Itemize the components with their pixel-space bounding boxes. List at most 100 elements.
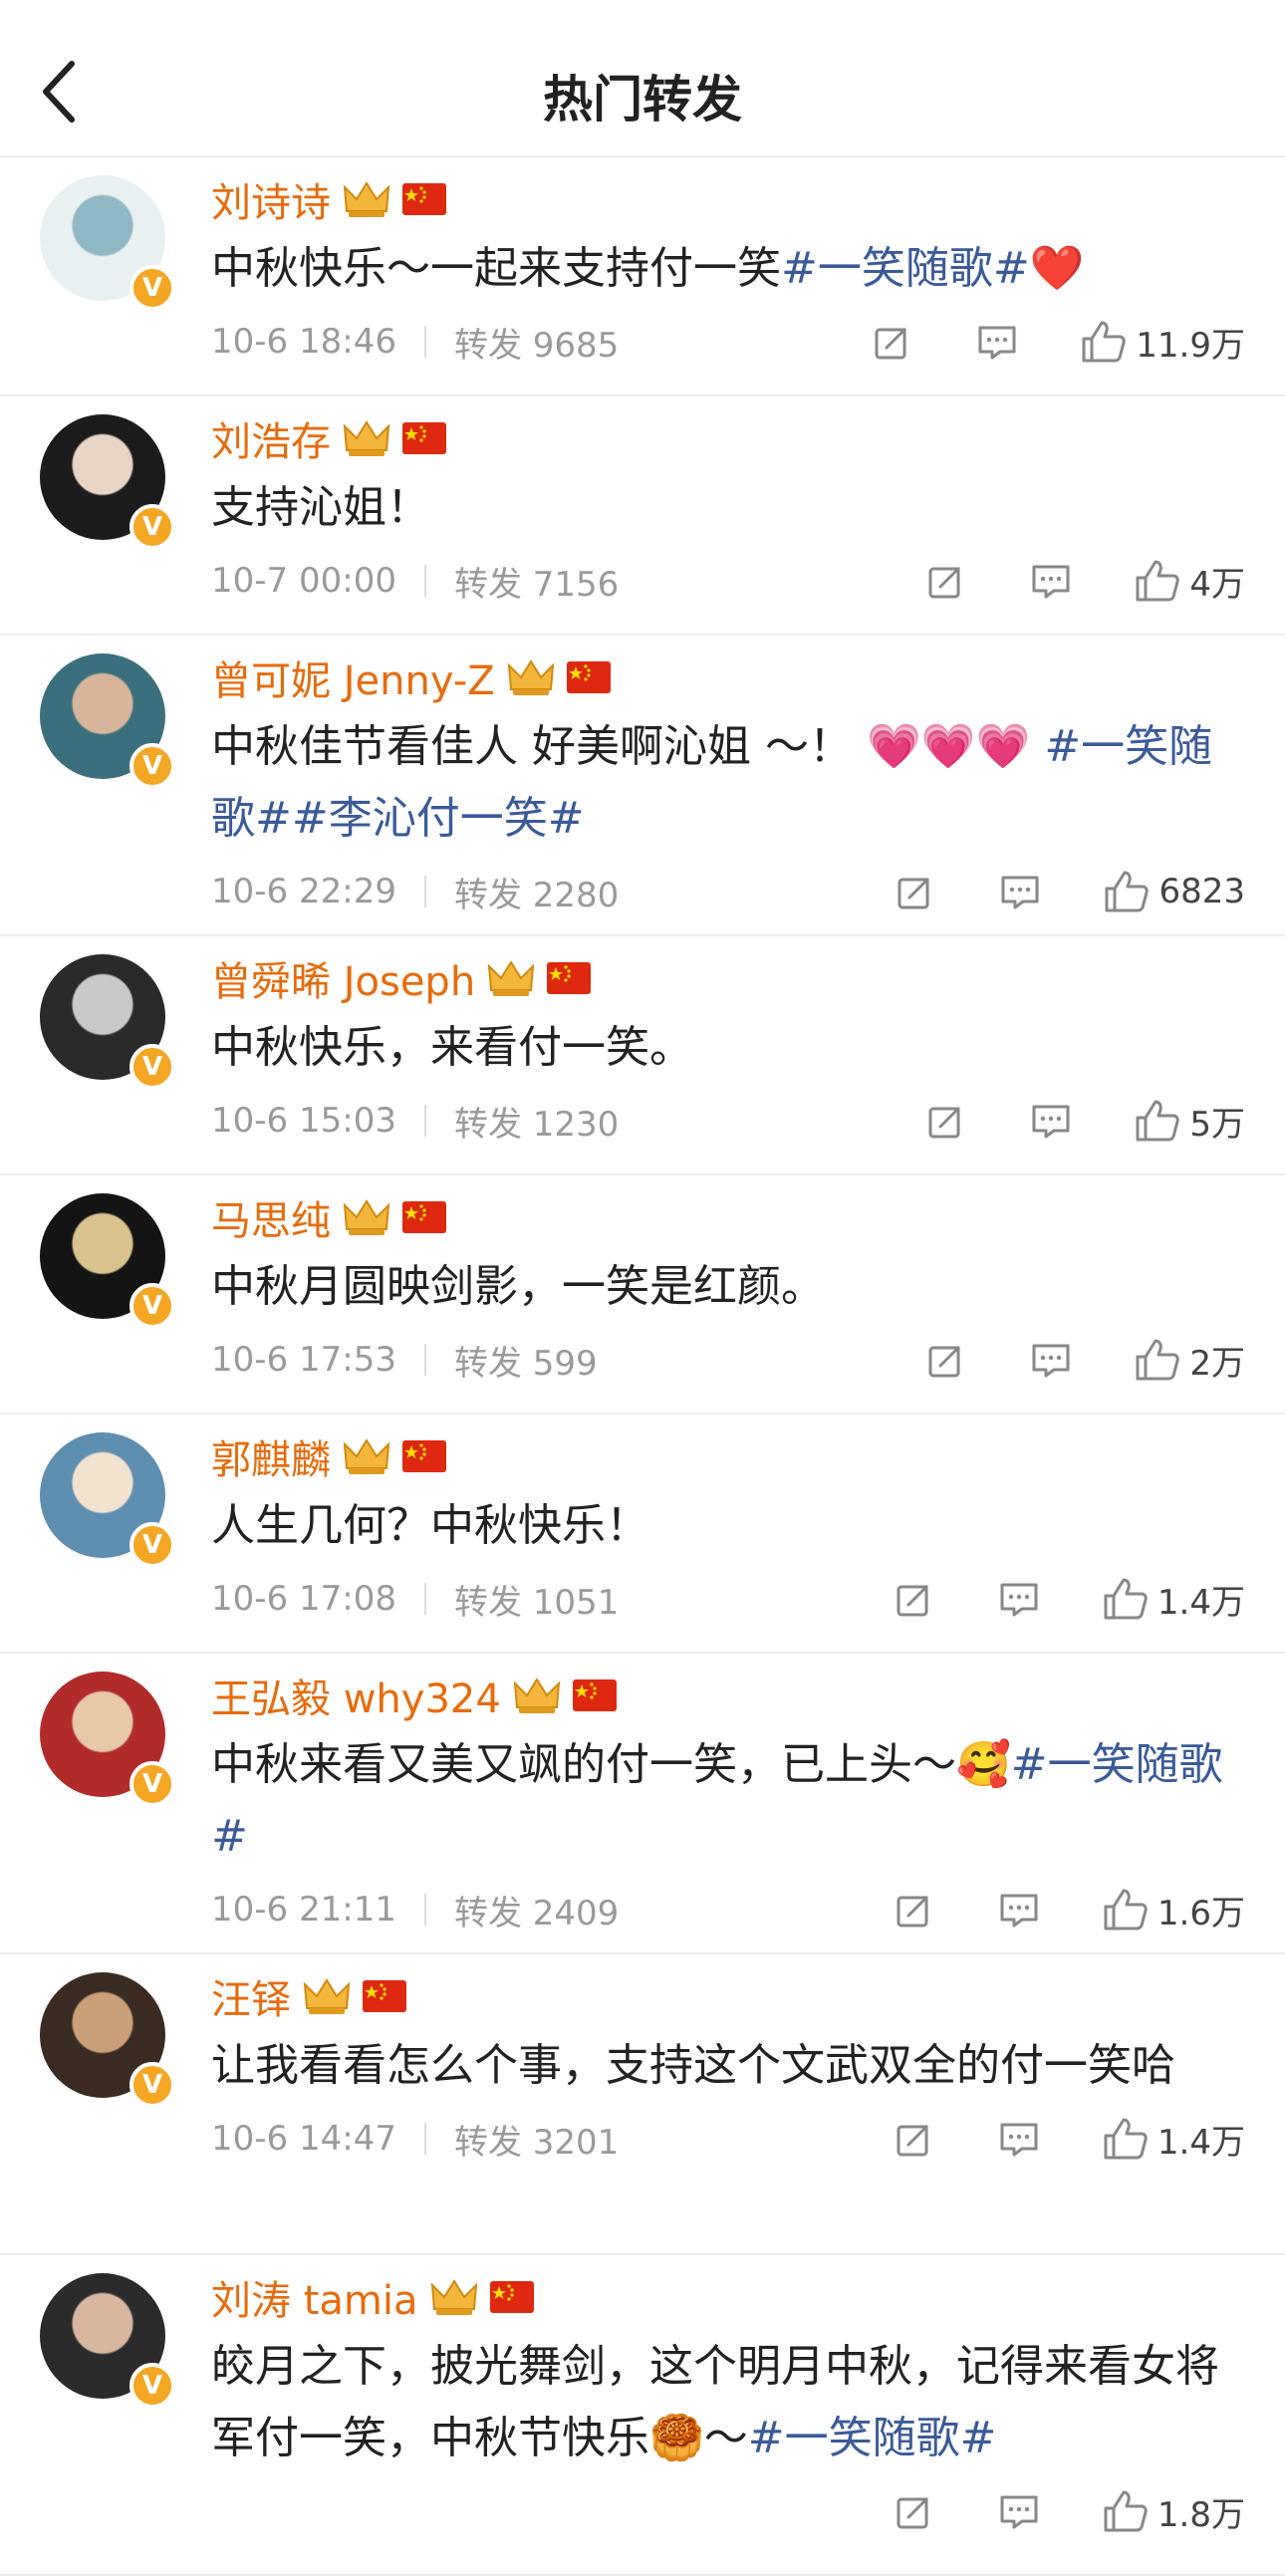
post-text-segment: ❤️ [1029, 243, 1085, 294]
user-name[interactable]: 郭麒麟 [211, 1427, 331, 1485]
crown-badge-icon [343, 1199, 390, 1235]
repost-item[interactable]: V 刘浩存 支持沁姐！ 10-7 00:00 转发 7156 4万 [0, 396, 1285, 636]
repost-count: 转发 7156 [453, 564, 620, 605]
china-flag-icon [489, 2281, 534, 2313]
china-flag-icon [547, 962, 592, 994]
user-name[interactable]: 王弘毅 why324 [211, 1667, 501, 1724]
header-bar: 热门转发 [0, 0, 1285, 157]
like-button[interactable]: 1.4万 [1102, 1575, 1245, 1624]
repost-count: 转发 1051 [453, 1582, 620, 1623]
repost-content: 曾舜晞 Joseph 中秋快乐，来看付一笑。 10-6 15:03 转发 1230 [211, 936, 1245, 1158]
repost-item[interactable]: V 郭麒麟 人生几何？中秋快乐！ 10-6 17:08 转发 1051 1.4万 [0, 1415, 1285, 1654]
hashtag-link[interactable]: #一笑随歌# [781, 243, 1030, 294]
crown-badge-icon [343, 1438, 390, 1474]
thumbs-up-icon [1104, 1889, 1148, 1931]
verified-badge-icon: V [129, 2062, 175, 2108]
repost-item[interactable]: V 曾舜晞 Joseph 中秋快乐，来看付一笑。 10-6 15:03 转发 12… [0, 936, 1285, 1175]
repost-icon [928, 567, 960, 599]
like-count: 2万 [1189, 1343, 1245, 1384]
repost-button[interactable] [893, 2489, 936, 2533]
thumbs-up-icon [1104, 1578, 1148, 1620]
avatar[interactable]: V [40, 414, 175, 550]
like-button[interactable]: 6823 [1103, 869, 1245, 914]
avatar[interactable]: V [40, 1672, 175, 1807]
avatar[interactable]: V [40, 1193, 175, 1329]
repost-button[interactable] [893, 1888, 936, 1932]
post-time: 10-6 18:46 [211, 322, 396, 362]
user-name[interactable]: 马思纯 [211, 1188, 331, 1246]
china-flag-icon [363, 1980, 406, 2012]
repost-content: 马思纯 中秋月圆映剑影，一笑是红颜。 10-6 17:53 转发 599 2万 [211, 1175, 1245, 1397]
divider [423, 2123, 426, 2155]
comment-icon [1032, 1344, 1070, 1378]
like-button[interactable]: 11.9万 [1080, 318, 1245, 367]
divider [423, 326, 426, 358]
repost-button[interactable] [894, 870, 937, 913]
comment-button[interactable] [996, 1577, 1042, 1621]
comment-button[interactable] [996, 2117, 1042, 2161]
like-button[interactable]: 2万 [1134, 1336, 1245, 1385]
comment-button[interactable] [997, 870, 1043, 913]
repost-button[interactable] [924, 1338, 968, 1382]
comment-button[interactable] [1028, 1338, 1074, 1382]
repost-button[interactable] [924, 1099, 968, 1143]
user-name[interactable]: 曾舜晞 Joseph [211, 949, 475, 1007]
repost-item[interactable]: V 曾可妮 Jenny-Z 中秋佳节看佳人 好美啊沁姐 ～！ 💗💗💗 #一笑随歌… [0, 636, 1285, 936]
post-text-segment: 支持沁姐！ [211, 482, 430, 533]
repost-item[interactable]: V 刘诗诗 中秋快乐～一起来支持付一笑#一笑随歌#❤️ 10-6 18:46 转发… [0, 157, 1285, 396]
avatar[interactable]: V [40, 653, 175, 789]
repost-item[interactable]: V 刘涛 tamia 皎月之下，披光舞剑，这个明月中秋，记得来看女将军付一笑，中… [0, 2255, 1285, 2576]
like-button[interactable]: 4万 [1134, 557, 1245, 606]
user-name[interactable]: 刘浩存 [211, 409, 331, 467]
repost-count: 转发 3201 [453, 2122, 620, 2163]
repost-button[interactable] [924, 559, 968, 603]
like-button[interactable]: 1.4万 [1102, 2115, 1245, 2164]
avatar[interactable]: V [40, 175, 175, 311]
repost-content: 刘浩存 支持沁姐！ 10-7 00:00 转发 7156 4万 [211, 396, 1245, 618]
comment-icon [1000, 2495, 1038, 2529]
like-button[interactable]: 5万 [1134, 1097, 1245, 1146]
comment-button[interactable] [1028, 559, 1074, 603]
crown-badge-icon [343, 420, 390, 456]
comment-icon [1000, 2123, 1038, 2157]
repost-item[interactable]: V 汪铎 让我看看怎么个事，支持这个文武双全的付一笑哈 10-6 14:47 转发… [0, 1954, 1285, 2255]
meta-row: 10-7 00:00 转发 7156 4万 [211, 544, 1245, 618]
post-text: 支持沁姐！ [211, 472, 1245, 544]
verified-badge-icon: V [129, 1283, 175, 1329]
china-flag-icon [566, 661, 611, 693]
hashtag-link[interactable]: #一笑随歌# [748, 2413, 997, 2463]
action-bar: 5万 [924, 1097, 1245, 1146]
like-button[interactable]: 1.8万 [1102, 2487, 1245, 2536]
repost-count: 转发 2409 [453, 1893, 620, 1933]
comment-button[interactable] [974, 320, 1020, 364]
user-name[interactable]: 刘诗诗 [211, 170, 331, 228]
repost-button[interactable] [893, 2117, 936, 2161]
china-flag-icon [402, 1440, 446, 1472]
avatar[interactable]: V [40, 1432, 175, 1568]
user-name[interactable]: 曾可妮 Jenny-Z [211, 648, 495, 706]
comment-button[interactable] [996, 2489, 1042, 2533]
like-button[interactable]: 1.6万 [1102, 1886, 1245, 1934]
repost-button[interactable] [871, 320, 914, 364]
repost-icon [928, 1107, 960, 1139]
avatar[interactable]: V [40, 1972, 175, 2108]
comment-button[interactable] [1028, 1099, 1074, 1143]
repost-count: 转发 599 [453, 1343, 598, 1384]
like-count: 1.6万 [1156, 1893, 1245, 1933]
meta-row: 10-6 17:08 转发 1051 1.4万 [211, 1562, 1245, 1636]
comment-button[interactable] [996, 1888, 1042, 1932]
divider [423, 876, 426, 907]
thumbs-up-icon [1104, 2118, 1148, 2160]
user-name[interactable]: 汪铎 [211, 1967, 291, 2025]
avatar[interactable]: V [40, 954, 175, 1090]
avatar[interactable]: V [40, 2273, 175, 2409]
repost-item[interactable]: V 王弘毅 why324 中秋来看又美又飒的付一笑，已上头～🥰#一笑随歌# 10… [0, 1654, 1285, 1954]
like-count: 1.4万 [1156, 1582, 1245, 1623]
post-text-segment: 中秋佳节看佳人 好美啊沁姐 ～！ 💗💗💗 [211, 721, 1045, 772]
verified-badge-icon: V [129, 743, 175, 789]
repost-item[interactable]: V 马思纯 中秋月圆映剑影，一笑是红颜。 10-6 17:53 转发 599 2… [0, 1175, 1285, 1415]
action-bar: 4万 [924, 557, 1245, 606]
repost-content: 曾可妮 Jenny-Z 中秋佳节看佳人 好美啊沁姐 ～！ 💗💗💗 #一笑随歌##… [211, 636, 1245, 928]
repost-button[interactable] [893, 1577, 936, 1621]
user-name[interactable]: 刘涛 tamia [211, 2268, 418, 2326]
